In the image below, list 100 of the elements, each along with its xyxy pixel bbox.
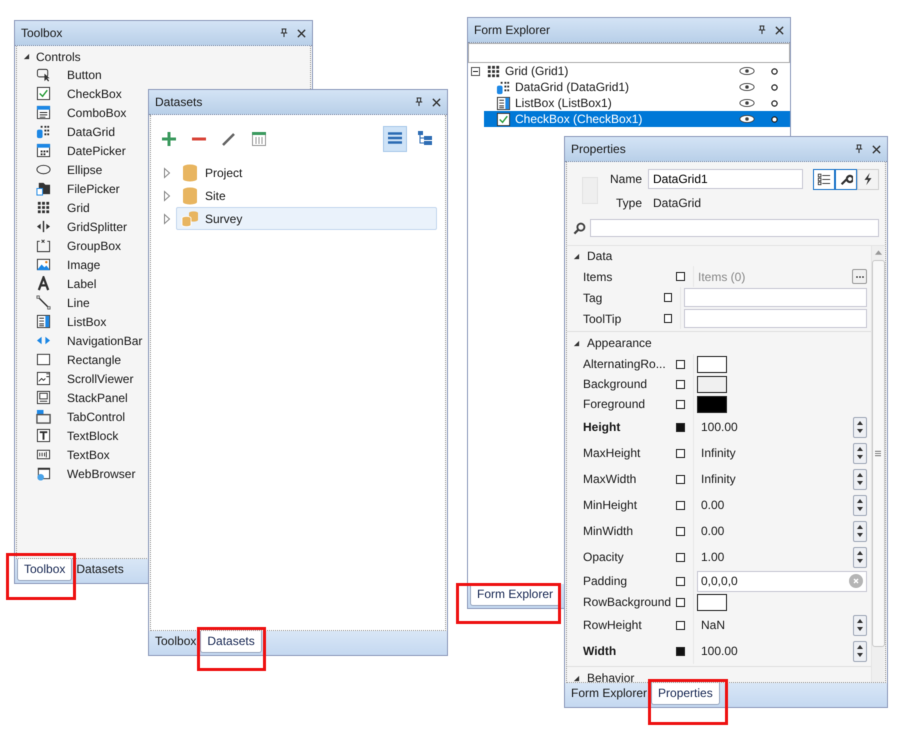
color-swatch[interactable] <box>697 396 727 412</box>
circle-icon[interactable] <box>771 68 778 74</box>
pin-icon[interactable] <box>280 28 288 38</box>
collapse-icon[interactable] <box>573 340 580 346</box>
toolbox-item[interactable]: TextBlock <box>67 428 118 442</box>
value-marker[interactable] <box>676 272 685 281</box>
toolbox-item[interactable]: ListBox <box>67 314 106 328</box>
tree-row[interactable]: ListBox (ListBox1) <box>468 95 790 111</box>
dataset-item[interactable]: Survey <box>176 207 437 230</box>
close-icon[interactable] <box>872 144 881 154</box>
circle-icon[interactable] <box>771 100 778 106</box>
spinner-button[interactable] <box>853 520 867 542</box>
toolbox-item[interactable]: Ellipse <box>67 162 102 176</box>
spinner-button[interactable] <box>853 494 867 516</box>
value-marker[interactable] <box>664 293 672 302</box>
toolbox-item[interactable]: WebBrowser <box>67 466 136 480</box>
value-marker[interactable] <box>676 474 685 484</box>
toolbox-item[interactable]: ScrollViewer <box>67 372 134 386</box>
color-swatch[interactable] <box>697 376 727 392</box>
circle-icon[interactable] <box>771 116 778 122</box>
panel-tab[interactable]: Datasets <box>200 631 262 653</box>
pencil-icon[interactable] <box>221 131 237 147</box>
add-icon[interactable] <box>161 131 177 147</box>
toolbox-item[interactable]: ComboBox <box>67 106 126 120</box>
scroll-thumb[interactable] <box>872 260 884 647</box>
tree-row[interactable]: CheckBox (CheckBox1) <box>484 111 790 127</box>
search-field[interactable] <box>590 219 879 237</box>
toolbox-item[interactable]: GroupBox <box>67 238 122 252</box>
spinner-button[interactable] <box>853 614 867 636</box>
eye-icon[interactable] <box>739 66 755 76</box>
value-field[interactable] <box>684 288 867 307</box>
ellipsis-button[interactable] <box>852 269 867 284</box>
color-swatch[interactable] <box>697 594 727 610</box>
panel-tab[interactable]: Toolbox <box>151 631 200 651</box>
panel-tab[interactable]: Datasets <box>72 559 128 579</box>
categorized-button[interactable] <box>813 168 835 190</box>
value-marker[interactable] <box>676 500 685 510</box>
panel-tab[interactable]: Properties <box>651 683 720 705</box>
value-marker[interactable] <box>676 448 685 458</box>
collapse-icon[interactable] <box>471 66 480 76</box>
toolbox-item[interactable]: DataGrid <box>67 124 116 138</box>
toolbox-item[interactable]: Image <box>67 258 100 272</box>
eye-icon[interactable] <box>739 82 755 92</box>
collapse-icon[interactable] <box>573 252 580 260</box>
toolbox-item[interactable]: Rectangle <box>67 352 122 366</box>
close-icon[interactable] <box>775 26 784 34</box>
toolbox-item[interactable]: Line <box>67 296 90 310</box>
value-marker[interactable] <box>676 620 685 630</box>
expand-icon[interactable] <box>163 166 171 178</box>
value-marker[interactable] <box>676 576 685 586</box>
eye-icon[interactable] <box>739 98 755 108</box>
value-marker[interactable] <box>676 422 685 432</box>
name-field[interactable]: DataGrid1 <box>648 169 803 189</box>
spinner-button[interactable] <box>853 546 867 568</box>
expand-icon[interactable] <box>163 190 171 202</box>
value-marker[interactable] <box>676 598 685 606</box>
spinner-button[interactable] <box>853 640 867 662</box>
toolbox-item[interactable]: DatePicker <box>67 144 126 158</box>
value-field[interactable] <box>684 309 867 328</box>
toolbox-item[interactable]: Label <box>67 276 96 290</box>
toolbox-item[interactable]: GridSplitter <box>67 220 128 234</box>
search-field[interactable] <box>468 43 790 63</box>
pin-icon[interactable] <box>855 144 863 154</box>
tree-row[interactable]: DataGrid (DataGrid1) <box>468 79 790 95</box>
dataset-item[interactable]: Site <box>176 184 437 207</box>
toolbox-item[interactable]: StackPanel <box>67 390 128 404</box>
value-marker[interactable] <box>676 526 685 536</box>
toolbox-item[interactable]: CheckBox <box>67 86 122 100</box>
scrollbar[interactable] <box>871 246 884 682</box>
toolbox-item[interactable]: FilePicker <box>67 182 120 196</box>
toolbox-item[interactable]: TabControl <box>67 410 126 424</box>
eye-icon[interactable] <box>739 114 755 124</box>
close-icon[interactable] <box>297 28 306 38</box>
expand-icon[interactable] <box>163 212 171 224</box>
toolbox-item[interactable]: TextBox <box>67 448 110 462</box>
list-view-button[interactable] <box>383 126 407 152</box>
value-marker[interactable] <box>676 646 685 656</box>
color-swatch[interactable] <box>697 356 727 372</box>
value-marker[interactable] <box>664 314 672 323</box>
panel-tab[interactable]: Form Explorer <box>567 683 652 703</box>
spinner-button[interactable] <box>853 468 867 490</box>
table-icon[interactable] <box>251 131 267 147</box>
collapse-icon[interactable] <box>23 53 30 60</box>
pin-icon[interactable] <box>758 25 766 35</box>
pin-icon[interactable] <box>415 97 423 107</box>
tree-row[interactable]: Grid (Grid1) <box>468 63 790 79</box>
events-button[interactable] <box>857 168 879 190</box>
toolbox-item[interactable]: Grid <box>67 200 90 214</box>
value-marker[interactable] <box>676 400 685 408</box>
spinner-button[interactable] <box>853 442 867 464</box>
value-marker[interactable] <box>676 552 685 562</box>
panel-tab[interactable]: Toolbox <box>17 559 72 581</box>
close-icon[interactable] <box>432 98 441 106</box>
properties-button[interactable] <box>835 168 857 190</box>
value-field[interactable]: 0,0,0,0 <box>697 570 867 592</box>
dataset-item[interactable]: Project <box>176 161 437 184</box>
toolbox-item[interactable]: NavigationBar <box>67 334 142 348</box>
spinner-button[interactable] <box>853 416 867 438</box>
value-marker[interactable] <box>676 380 685 388</box>
toolbox-item[interactable]: Button <box>67 68 102 82</box>
